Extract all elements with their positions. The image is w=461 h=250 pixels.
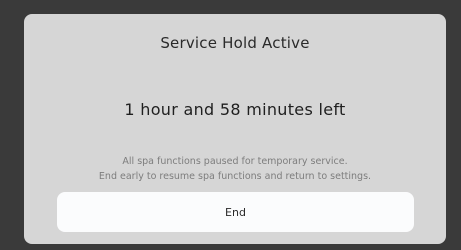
time-remaining-text: 1 hour and 58 minutes left	[124, 100, 346, 119]
end-button[interactable]: End	[57, 192, 414, 232]
dialog-message: All spa functions paused for temporary s…	[24, 154, 446, 184]
message-line-2: End early to resume spa functions and re…	[98, 171, 372, 182]
dialog-title: Service Hold Active	[160, 34, 310, 52]
message-line-1: All spa functions paused for temporary s…	[122, 156, 348, 167]
service-hold-dialog: Service Hold Active 1 hour and 58 minute…	[24, 14, 446, 244]
